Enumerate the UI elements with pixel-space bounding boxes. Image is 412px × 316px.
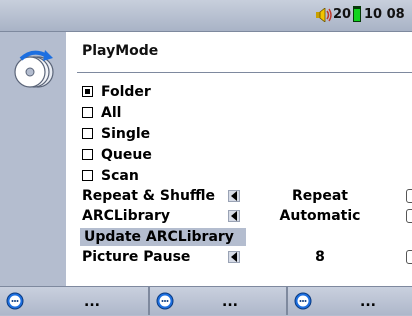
softkey-1[interactable]: ...: [0, 287, 150, 315]
more-options-icon: [6, 292, 24, 310]
softkey-2[interactable]: ...: [150, 287, 288, 315]
setting-arclibrary-value[interactable]: Automatic: [250, 206, 390, 226]
setting-picture-pause-label: Picture Pause: [82, 249, 191, 265]
left-arrow-icon: [231, 252, 237, 262]
right-arrow-button[interactable]: [406, 189, 412, 203]
option-all[interactable]: All: [82, 103, 121, 123]
option-label: Scan: [101, 168, 139, 184]
clock: 10 08: [364, 7, 405, 22]
option-label: Folder: [101, 84, 151, 100]
title-divider: [77, 72, 412, 73]
status-bar: 20 10 08: [0, 0, 412, 32]
checkbox-icon[interactable]: [82, 170, 93, 181]
option-label: Single: [101, 126, 151, 142]
left-arrow-icon: [231, 211, 237, 221]
setting-picture-pause-value[interactable]: 8: [250, 247, 390, 267]
menu-title: PlayMode: [82, 43, 159, 59]
option-queue[interactable]: Queue: [82, 145, 152, 165]
setting-repeat-shuffle-label: Repeat & Shuffle: [82, 188, 216, 204]
option-label: All: [101, 105, 122, 121]
setting-arclibrary-label: ARCLibrary: [82, 208, 171, 224]
more-options-icon: [294, 292, 312, 310]
checkbox-checked-icon[interactable]: [82, 86, 93, 97]
right-arrow-button[interactable]: [406, 250, 412, 264]
playmode-icon: [14, 50, 54, 88]
setting-repeat-shuffle-value[interactable]: Repeat: [250, 186, 390, 206]
more-options-icon: [156, 292, 174, 310]
option-scan[interactable]: Scan: [82, 166, 139, 186]
softkey-label: ...: [84, 294, 100, 310]
checkbox-icon[interactable]: [82, 128, 93, 139]
left-arrow-icon: [231, 191, 237, 201]
battery-icon: [353, 6, 361, 22]
softkey-label: ...: [360, 294, 376, 310]
update-arclibrary-button[interactable]: Update ARCLibrary: [80, 228, 246, 246]
checkbox-icon[interactable]: [82, 149, 93, 160]
option-single[interactable]: Single: [82, 124, 150, 144]
checkbox-icon[interactable]: [82, 107, 93, 118]
softkey-label: ...: [222, 294, 238, 310]
right-arrow-button[interactable]: [406, 209, 412, 223]
option-label: Queue: [101, 147, 152, 163]
volume-level: 20: [333, 7, 352, 22]
speaker-icon: [316, 8, 332, 22]
option-folder[interactable]: Folder: [82, 82, 151, 102]
softkey-3[interactable]: ...: [288, 287, 412, 315]
